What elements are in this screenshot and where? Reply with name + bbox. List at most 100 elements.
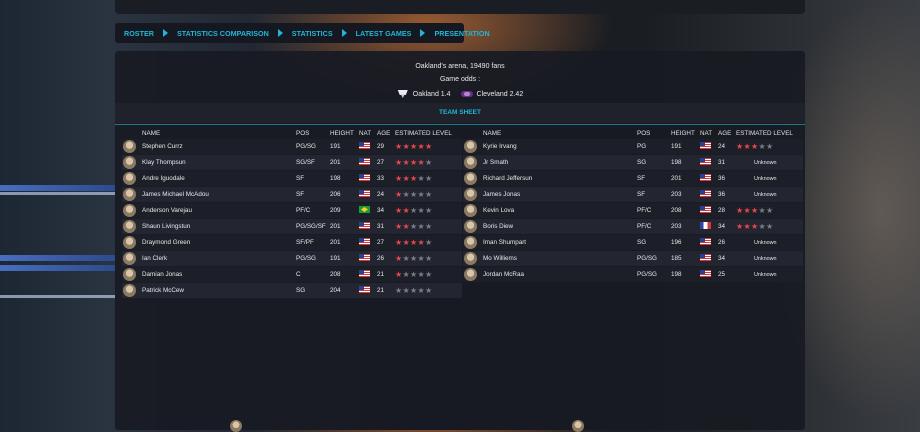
star-icon: ★ [424, 158, 433, 167]
table-row[interactable]: Andre Iguodale SF 198 33 ★★★★★ [122, 171, 462, 186]
star-icon: ★ [402, 174, 410, 183]
player-age: 34 [718, 223, 726, 230]
player-age: 36 [718, 175, 726, 182]
player-name[interactable]: Anderson Varejau [142, 207, 296, 214]
star-icon: ★ [417, 158, 425, 167]
star-icon: ★ [758, 142, 766, 151]
star-icon: ★ [402, 206, 410, 215]
star-icon: ★ [424, 270, 433, 279]
player-age: 25 [718, 271, 726, 278]
player-name[interactable]: Damian Jonas [142, 271, 296, 278]
table-row[interactable]: James Jonas SF 203 36 Unknown [463, 187, 803, 202]
player-pos: PF/C [637, 223, 652, 230]
player-name[interactable]: Jordan McRaa [483, 271, 637, 278]
star-icon: ★ [424, 174, 433, 183]
avatar [464, 236, 477, 249]
estimated-level: Unknown [736, 239, 802, 246]
player-name[interactable]: Patrick McCew [142, 287, 296, 294]
table-row[interactable]: Damian Jonas C 208 21 ★★★★★ [122, 267, 462, 282]
player-pos: PF/C [296, 207, 311, 214]
nav-statistics[interactable]: STATISTICS [283, 29, 333, 38]
divider [115, 124, 805, 125]
col-age: AGE [377, 129, 391, 137]
table-row[interactable]: Anderson Varejau PF/C 209 34 ★★★★★ [122, 203, 462, 218]
player-name[interactable]: Boris Diew [483, 223, 637, 230]
player-name[interactable]: Mo Williems [483, 255, 637, 262]
game-odds: Oakland 1.4 Cleveland 2.42 [115, 90, 805, 98]
us-flag-icon [700, 142, 711, 149]
player-name[interactable]: Jr Smath [483, 159, 637, 166]
player-name[interactable]: Shaun Livingstun [142, 223, 296, 230]
avatar [123, 172, 136, 185]
estimated-level: Unknown [736, 159, 802, 166]
table-row[interactable]: Boris Diew PF/C 203 34 ★★★★★ [463, 219, 803, 234]
player-pos: SG [637, 159, 647, 166]
player-name[interactable]: Klay Thompsun [142, 159, 296, 166]
star-icon: ★ [402, 238, 410, 247]
col-name: NAME [142, 129, 161, 137]
table-row[interactable]: Draymond Green SF/PF 201 27 ★★★★★ [122, 235, 462, 250]
table-row[interactable]: Kyrie Irvang PG 191 24 ★★★★★ [463, 139, 803, 154]
estimated-level: Unknown [736, 191, 802, 198]
player-name[interactable]: Stephen Currz [142, 143, 296, 150]
table-row[interactable]: Jr Smath SG 198 31 Unknown [463, 155, 803, 170]
star-icon: ★ [417, 254, 425, 263]
table-row[interactable]: Mo Williems PG/SG 185 34 Unknown [463, 251, 803, 266]
table-row[interactable]: Richard Jeffersun SF 201 36 Unknown [463, 171, 803, 186]
star-icon: ★ [424, 190, 433, 199]
table-row[interactable]: James Michael McAdou SF 206 24 ★★★★★ [122, 187, 462, 202]
player-name[interactable]: Kyrie Irvang [483, 143, 637, 150]
avatar [123, 156, 136, 169]
table-row[interactable]: Iman Shumpart SG 196 26 Unknown [463, 235, 803, 250]
us-flag-icon [700, 190, 711, 197]
avatar [123, 188, 136, 201]
estimated-level: ★★★★★ [395, 158, 461, 167]
level-unknown: Unknown [754, 192, 777, 198]
nav-presentation[interactable]: PRESENTATION [425, 29, 489, 38]
player-name[interactable]: Ian Clerk [142, 255, 296, 262]
table-row[interactable]: Shaun Livingstun PG/SG/SF 201 31 ★★★★★ [122, 219, 462, 234]
player-age: 24 [718, 143, 726, 150]
team-sheet-header: TEAM SHEET [115, 103, 805, 123]
br-flag-icon [359, 206, 370, 213]
table-row[interactable]: Jordan McRaa PG/SG 198 25 Unknown [463, 267, 803, 282]
home-odd-text: Oakland 1.4 [412, 90, 451, 98]
player-name[interactable]: James Jonas [483, 191, 637, 198]
player-pos: SF/PF [296, 239, 314, 246]
level-unknown: Unknown [754, 272, 777, 278]
player-pos: SF [637, 191, 646, 198]
star-rating: ★★★★★ [395, 286, 432, 295]
star-icon: ★ [417, 286, 425, 295]
table-row[interactable]: Klay Thompsun SG/SF 201 27 ★★★★★ [122, 155, 462, 170]
table-row[interactable]: Patrick McCew SG 204 21 ★★★★★ [122, 283, 462, 298]
star-rating: ★★★★★ [395, 270, 432, 279]
breadcrumb-nav: ROSTER STATISTICS COMPARISON STATISTICS … [115, 23, 490, 43]
us-flag-icon [359, 190, 370, 197]
table-row[interactable]: Kevin Lova PF/C 208 28 ★★★★★ [463, 203, 803, 218]
nav-latest-games[interactable]: LATEST GAMES [347, 29, 412, 38]
player-height: 201 [330, 239, 341, 246]
player-name[interactable]: Draymond Green [142, 239, 296, 246]
player-height: 191 [330, 143, 341, 150]
player-name[interactable]: Andre Iguodale [142, 175, 296, 182]
player-name[interactable]: James Michael McAdou [142, 191, 296, 198]
star-icon: ★ [743, 142, 751, 151]
nav-roster[interactable]: ROSTER [115, 29, 154, 38]
avatar [464, 156, 477, 169]
player-name[interactable]: Kevin Lova [483, 207, 637, 214]
col-level: ESTIMATED LEVEL [395, 129, 452, 137]
player-height: 185 [671, 255, 682, 262]
player-height: 196 [671, 239, 682, 246]
table-row[interactable]: Stephen Currz PG/SG 191 29 ★★★★★ [122, 139, 462, 154]
star-icon: ★ [424, 142, 433, 151]
player-pos: PF/C [637, 207, 652, 214]
nav-statistics-comparison[interactable]: STATISTICS COMPARISON [168, 29, 269, 38]
table-row[interactable]: Ian Clerk PG/SG 191 26 ★★★★★ [122, 251, 462, 266]
player-height: 209 [330, 207, 341, 214]
player-name[interactable]: Richard Jeffersun [483, 175, 637, 182]
player-height: 198 [671, 159, 682, 166]
player-name[interactable]: Iman Shumpart [483, 239, 637, 246]
cleveland-logo-icon [460, 91, 473, 97]
background-stripe [0, 255, 115, 261]
player-height: 191 [671, 143, 682, 150]
